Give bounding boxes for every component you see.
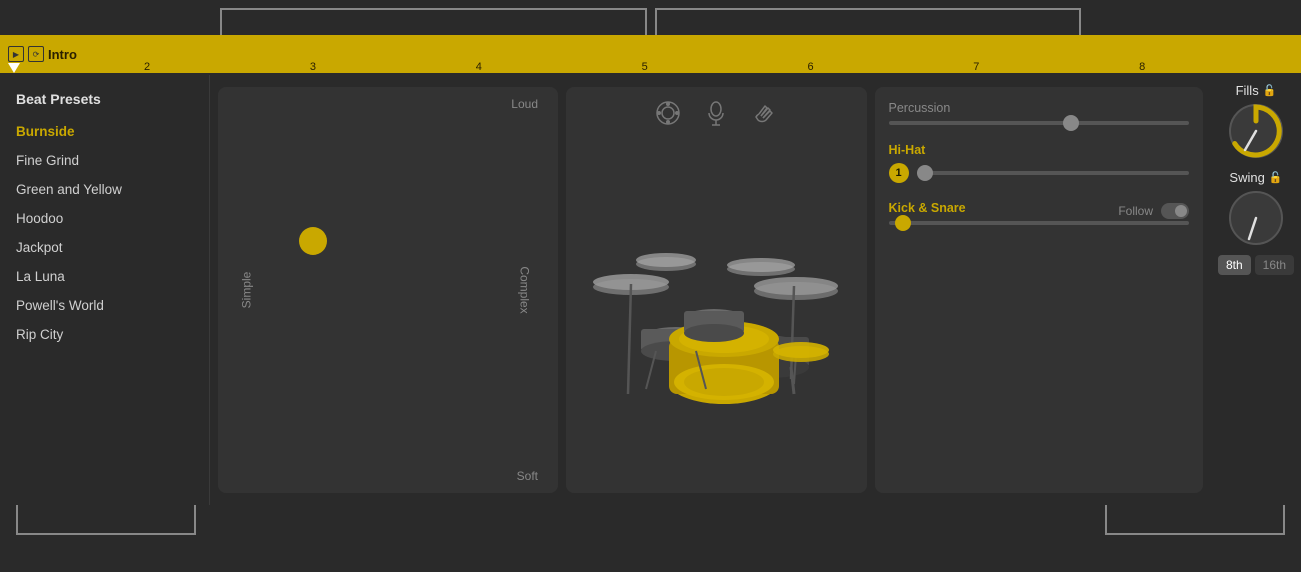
swing-lock-icon[interactable]: 🔓 (1269, 171, 1283, 184)
shaker-icon[interactable] (654, 99, 682, 127)
note-buttons: 8th 16th (1218, 255, 1294, 275)
kick-header-row: Kick & Snare Follow (889, 201, 1190, 221)
complexity-loud-label: Loud (511, 97, 538, 111)
complexity-dot[interactable] (299, 227, 327, 255)
complexity-complex-label: Complex (517, 266, 531, 313)
hihat-slider[interactable] (917, 171, 1190, 175)
drum-panel (566, 87, 867, 493)
bracket-left (220, 8, 647, 35)
top-ruler-wrapper: ⟳ Intro 2 3 4 5 6 7 8 (0, 0, 1301, 75)
microphone-icon[interactable] (702, 99, 730, 127)
percussion-slider[interactable] (889, 121, 1190, 125)
tick-7: 7 (969, 61, 1135, 73)
note-16th-button[interactable]: 16th (1255, 255, 1294, 275)
follow-toggle[interactable] (1161, 203, 1189, 219)
sidebar-item-green-and-yellow[interactable]: Green and Yellow (0, 175, 209, 204)
center-panels: Loud Soft Simple Complex (210, 75, 1211, 505)
kick-slider[interactable] (889, 221, 1190, 225)
swing-label: Swing 🔓 (1229, 170, 1282, 185)
kick-section: Kick & Snare Follow (889, 201, 1190, 225)
drum-icons-row (566, 87, 867, 135)
sidebar-header: Beat Presets (0, 87, 209, 117)
fills-label: Fills 🔓 (1236, 83, 1277, 98)
tick-6: 6 (803, 61, 969, 73)
tick-5: 5 (638, 61, 804, 73)
clap-icon[interactable] (750, 99, 778, 127)
complexity-simple-label: Simple (239, 272, 253, 309)
percussion-label: Percussion (889, 101, 1190, 115)
drum-kit-svg (576, 219, 856, 409)
swing-knob[interactable] (1227, 189, 1285, 247)
tick-4: 4 (472, 61, 638, 73)
kick-thumb[interactable] (895, 215, 911, 231)
sidebar-item-powells-world[interactable]: Powell's World (0, 291, 209, 320)
complexity-panel[interactable]: Loud Soft Simple Complex (218, 87, 558, 493)
sidebar: Beat Presets Burnside Fine Grind Green a… (0, 75, 210, 505)
follow-label: Follow (1118, 204, 1153, 218)
fills-knob[interactable] (1227, 102, 1285, 160)
kick-label: Kick & Snare (889, 201, 966, 215)
drum-visual (566, 135, 867, 493)
sidebar-item-fine-grind[interactable]: Fine Grind (0, 146, 209, 175)
sidebar-item-rip-city[interactable]: Rip City (0, 320, 209, 349)
hihat-badge: 1 (889, 163, 909, 183)
fills-section: Fills 🔓 (1227, 83, 1285, 160)
loop-icon[interactable]: ⟳ (28, 46, 44, 62)
percussion-thumb[interactable] (1063, 115, 1079, 131)
fills-swing-panel: Fills 🔓 Swing 🔓 (1211, 75, 1301, 505)
hihat-label: Hi-Hat (889, 143, 1190, 157)
sidebar-item-jackpot[interactable]: Jackpot (0, 233, 209, 262)
sidebar-item-hoodoo[interactable]: Hoodoo (0, 204, 209, 233)
complexity-soft-label: Soft (517, 469, 538, 483)
ruler-ticks: 2 3 4 5 6 7 8 (140, 35, 1301, 73)
bottom-bracket-left (16, 505, 196, 535)
main-content: Beat Presets Burnside Fine Grind Green a… (0, 75, 1301, 505)
ruler-label: ⟳ Intro (8, 46, 77, 62)
tick-8: 8 (1135, 61, 1301, 73)
bottom-area (0, 505, 1301, 572)
hihat-row: 1 (889, 163, 1190, 183)
tick-2: 2 (140, 61, 306, 73)
sidebar-item-la-luna[interactable]: La Luna (0, 262, 209, 291)
swing-section: Swing 🔓 8th 16th (1218, 170, 1294, 275)
bottom-bracket-right (1105, 505, 1285, 535)
ruler-title: Intro (48, 47, 77, 62)
fills-lock-icon[interactable]: 🔓 (1263, 84, 1277, 97)
percussion-section: Percussion (889, 101, 1190, 125)
drum-controls: Percussion Hi-Hat 1 Kick & Snare (875, 87, 1204, 493)
play-icon[interactable] (8, 46, 24, 62)
hihat-section: Hi-Hat 1 (889, 143, 1190, 183)
top-brackets (0, 0, 1301, 35)
tick-3: 3 (306, 61, 472, 73)
note-8th-button[interactable]: 8th (1218, 255, 1251, 275)
sidebar-item-burnside[interactable]: Burnside (0, 117, 209, 146)
hihat-thumb[interactable] (917, 165, 933, 181)
playhead-marker[interactable] (8, 63, 20, 73)
ruler-bar[interactable]: ⟳ Intro 2 3 4 5 6 7 8 (0, 35, 1301, 73)
bracket-right (655, 8, 1082, 35)
